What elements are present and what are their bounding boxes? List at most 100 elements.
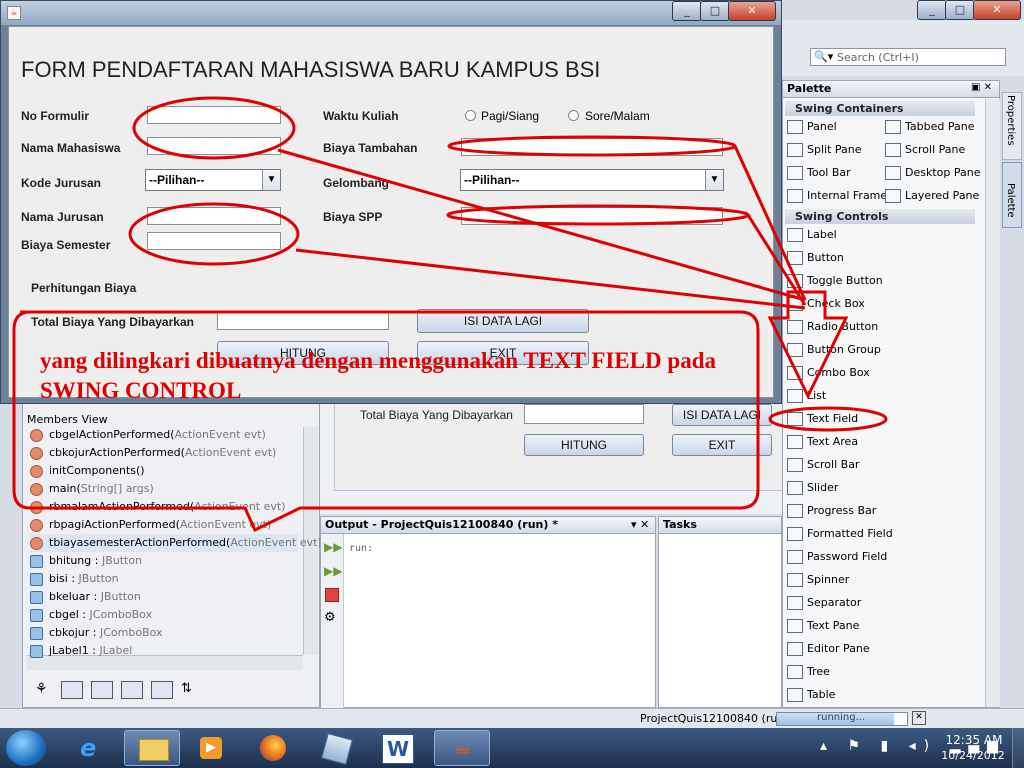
settings-icon[interactable]: ⚙ [324,610,336,625]
palette-item[interactable]: Text Pane [787,616,859,636]
form-maximize-button[interactable]: □ [700,1,730,21]
clock-time[interactable]: 12:35 AM [944,733,1004,747]
palette-item[interactable]: Check Box [787,294,865,314]
designer-exit-button[interactable]: EXIT [672,434,772,456]
member-row[interactable]: cbgel : JComboBox [30,606,152,624]
biaya-semester-field[interactable] [147,232,281,250]
palette-item[interactable]: Combo Box [787,363,870,383]
designer-isi-data-button[interactable]: ISI DATA LAGI [672,404,772,426]
palette-item[interactable]: Formatted Field [787,524,893,544]
radio-sore[interactable] [568,110,579,121]
stop-icon[interactable] [325,588,339,602]
chevron-down-icon[interactable]: ▼ [705,170,723,190]
search-box[interactable]: 🔍▾ Search (Ctrl+I) [810,48,1006,66]
palette-item[interactable]: Toggle Button [787,271,883,291]
gelombang-combo[interactable]: --Pilihan-- ▼ [460,169,724,191]
taskbar-explorer-icon[interactable] [124,730,180,766]
taskbar-java-icon[interactable]: ☕ [434,730,490,766]
member-row[interactable]: bhitung : JButton [30,552,142,570]
radio-pagi[interactable] [465,110,476,121]
start-button[interactable] [6,730,46,766]
palette-item[interactable]: Slider [787,478,838,498]
side-tab-properties[interactable]: Properties [1002,92,1022,160]
filter-nonpublic-icon[interactable] [121,681,143,699]
palette-item[interactable]: Progress Bar [787,501,876,521]
kode-jurusan-combo[interactable]: --Pilihan-- ▼ [145,169,281,191]
swing-controls-header[interactable]: Swing Controls [785,209,975,224]
palette-item[interactable]: Internal Frame [787,186,887,206]
taskbar-ie-icon[interactable]: e [64,730,120,766]
taskbar-firefox-icon[interactable] [246,730,302,766]
clock-date[interactable]: 10/24/2012 [940,749,1006,762]
palette-item[interactable]: Tree [787,662,830,682]
form-close-button[interactable]: ✕ [728,1,776,21]
palette-item[interactable]: Button Group [787,340,881,360]
filter-static-icon[interactable] [91,681,113,699]
taskbar-virtualbox-icon[interactable] [308,730,364,766]
rerun-icon[interactable]: ▶▶ [324,540,342,554]
sort-icon[interactable]: ⇅ [181,681,192,696]
palette-item[interactable]: Separator [787,593,861,613]
taskbar-word-icon[interactable]: W [370,730,426,766]
member-row[interactable]: jLabel1 : JLabel [30,642,132,660]
filter-fields-icon[interactable] [61,681,83,699]
member-row[interactable]: main(String[] args) [30,480,154,498]
member-row[interactable]: bkeluar : JButton [30,588,141,606]
hierarchy-icon[interactable]: ⚘ [35,681,48,697]
ide-minimize-button[interactable]: _ [917,0,947,20]
palette-item[interactable]: Tabbed Pane [885,117,974,137]
palette-item[interactable]: Radio Button [787,317,878,337]
side-tab-palette[interactable]: Palette [1002,162,1022,228]
ide-maximize-button[interactable]: □ [945,0,975,20]
palette-item[interactable]: List [787,386,826,406]
palette-item[interactable]: Table [787,685,835,705]
palette-item[interactable]: Password Field [787,547,887,567]
taskbar-media-player-icon[interactable]: ▶ [184,730,240,766]
member-name: bkeluar : [49,590,101,603]
status-cancel-icon[interactable]: ✕ [912,711,926,725]
palette-item[interactable]: Text Field [787,409,858,429]
member-row[interactable]: cbgelActionPerformed(ActionEvent evt) [30,426,266,444]
palette-item[interactable]: Editor Pane [787,639,870,659]
nama-mahasiswa-field[interactable] [147,137,281,155]
no-formulir-field[interactable] [147,106,281,124]
output-close-icon[interactable]: ▾ ✕ [631,518,649,531]
palette-item[interactable]: Split Pane [787,140,862,160]
designer-hitung-button[interactable]: HITUNG [524,434,644,456]
palette-item[interactable]: Scroll Bar [787,455,859,475]
member-row[interactable]: initComponents() [30,462,145,480]
palette-item[interactable]: Panel [787,117,837,137]
chevron-down-icon[interactable]: ▼ [262,170,280,190]
palette-item[interactable]: Label [787,225,837,245]
isi-data-lagi-button[interactable]: ISI DATA LAGI [417,309,589,333]
component-icon [787,412,803,426]
biaya-tambahan-field[interactable] [461,138,723,156]
palette-item-label: Text Pane [807,619,860,632]
total-biaya-field[interactable] [217,312,389,330]
palette-item[interactable]: Spinner [787,570,849,590]
member-row[interactable]: bisi : JButton [30,570,119,588]
rerun-with-icon[interactable]: ▶▶ [324,564,342,578]
palette-item[interactable]: Button [787,248,844,268]
palette-item[interactable]: Text Area [787,432,858,452]
biaya-spp-field[interactable] [461,207,723,225]
member-row[interactable]: cbkojurActionPerformed(ActionEvent evt) [30,444,276,462]
form-minimize-button[interactable]: _ [672,1,702,21]
palette-window-icons[interactable]: ▣ ✕ [971,82,992,93]
palette-item[interactable]: Desktop Pane [885,163,980,183]
member-row[interactable]: rbmalamActionPerformed(ActionEvent evt) [30,498,286,516]
designer-total-field[interactable] [524,404,644,424]
show-desktop-button[interactable] [1012,728,1024,768]
swing-containers-header[interactable]: Swing Containers [785,101,975,116]
nama-jurusan-field[interactable] [147,207,281,225]
palette-item[interactable]: Tool Bar [787,163,851,183]
member-row[interactable]: tbiayasemesterActionPerformed(ActionEven… [30,534,322,552]
palette-item[interactable]: Layered Pane [885,186,979,206]
filter-inherited-icon[interactable] [151,681,173,699]
palette-item[interactable]: Scroll Pane [885,140,965,160]
ide-close-button[interactable]: ✕ [973,0,1021,20]
member-row[interactable]: cbkojur : JComboBox [30,624,163,642]
palette-item-label: Button Group [807,343,881,356]
palette-scrollbar[interactable] [985,99,1000,707]
member-row[interactable]: rbpagiActionPerformed(ActionEvent evt) [30,516,271,534]
